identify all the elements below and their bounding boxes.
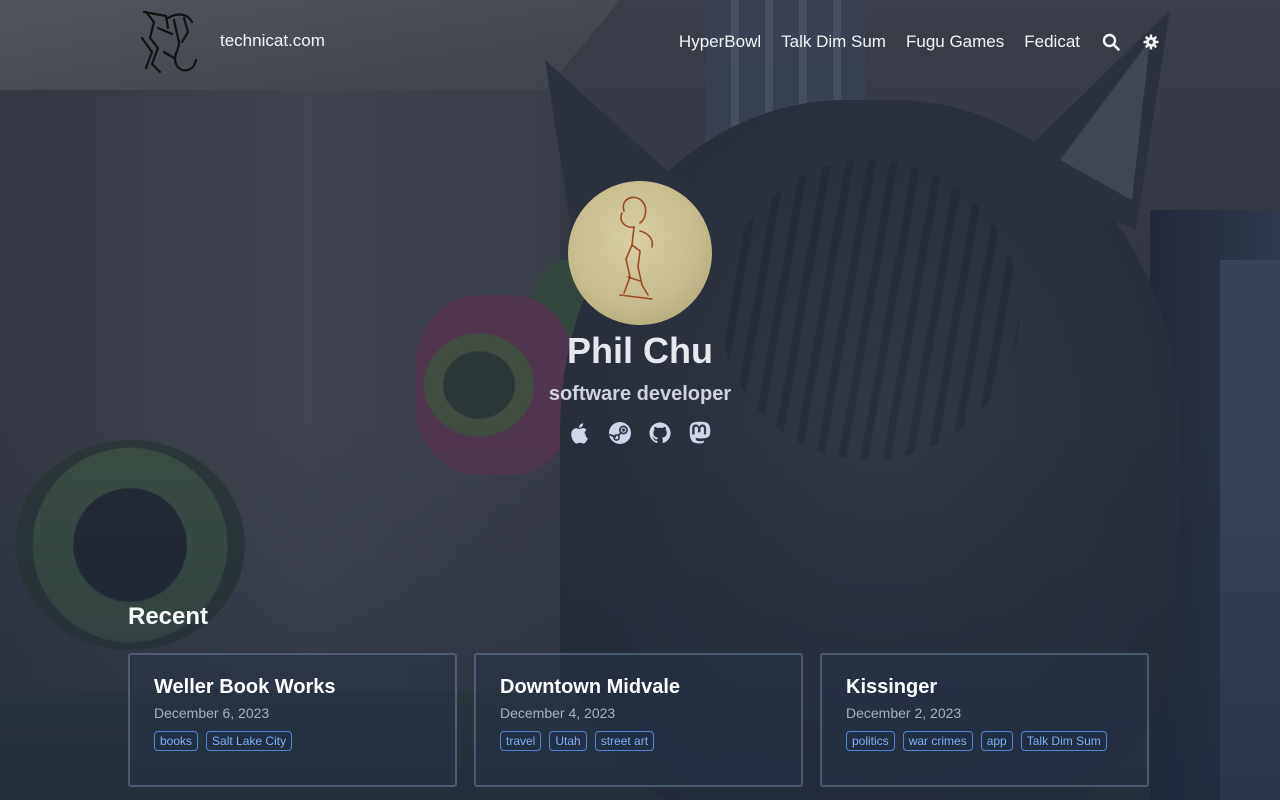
recent-heading: Recent (128, 602, 209, 630)
post-tags: politics war crimes app Talk Dim Sum (846, 731, 1123, 751)
post-date: December 4, 2023 (500, 705, 616, 721)
post-tags: books Salt Lake City (154, 731, 431, 751)
tag[interactable]: politics (846, 731, 895, 751)
tag[interactable]: Talk Dim Sum (1020, 731, 1107, 751)
avatar (568, 181, 712, 325)
tag[interactable]: Salt Lake City (206, 731, 293, 751)
github-icon[interactable] (648, 420, 672, 446)
tag[interactable]: app (980, 731, 1013, 751)
social-links (0, 420, 1280, 446)
post-card[interactable]: Kissinger December 2, 2023 politics war … (820, 653, 1149, 787)
post-title[interactable]: Kissinger (846, 674, 1123, 700)
post-card[interactable]: Downtown Midvale December 4, 2023 travel… (474, 653, 803, 787)
post-card[interactable]: Weller Book Works December 6, 2023 books… (128, 653, 457, 787)
site-logo[interactable] (138, 8, 202, 78)
site-header: technicat.com HyperBowl Talk Dim Sum Fug… (0, 0, 1280, 86)
sketch-figure-icon (619, 196, 654, 300)
profile-name: Phil Chu (567, 330, 713, 371)
post-title[interactable]: Weller Book Works (154, 674, 431, 700)
search-icon[interactable] (1100, 31, 1122, 53)
nav-item-talk-dim-sum[interactable]: Talk Dim Sum (781, 28, 886, 56)
steam-icon[interactable] (608, 420, 632, 446)
post-title[interactable]: Downtown Midvale (500, 674, 777, 700)
nav-item-fedicat[interactable]: Fedicat (1024, 28, 1080, 56)
apple-icon[interactable] (568, 420, 592, 446)
main-nav: HyperBowl Talk Dim Sum Fugu Games Fedica… (679, 28, 1162, 56)
nav-item-fugu-games[interactable]: Fugu Games (906, 28, 1004, 56)
recent-posts: Weller Book Works December 6, 2023 books… (128, 653, 1149, 787)
cat-logo-icon (140, 10, 198, 74)
post-date: December 2, 2023 (846, 705, 962, 721)
mastodon-icon[interactable] (688, 420, 712, 446)
tag[interactable]: books (154, 731, 199, 751)
profile-subtitle: software developer (548, 383, 732, 405)
tag[interactable]: war crimes (902, 731, 973, 751)
tag[interactable]: Utah (549, 731, 587, 751)
post-tags: travel Utah street art (500, 731, 777, 751)
tag[interactable]: travel (500, 731, 542, 751)
site-title-link[interactable]: technicat.com (220, 31, 325, 51)
settings-icon[interactable] (1140, 31, 1162, 53)
post-date: December 6, 2023 (154, 705, 270, 721)
nav-item-hyperbowl[interactable]: HyperBowl (679, 28, 761, 56)
tag[interactable]: street art (594, 731, 655, 751)
